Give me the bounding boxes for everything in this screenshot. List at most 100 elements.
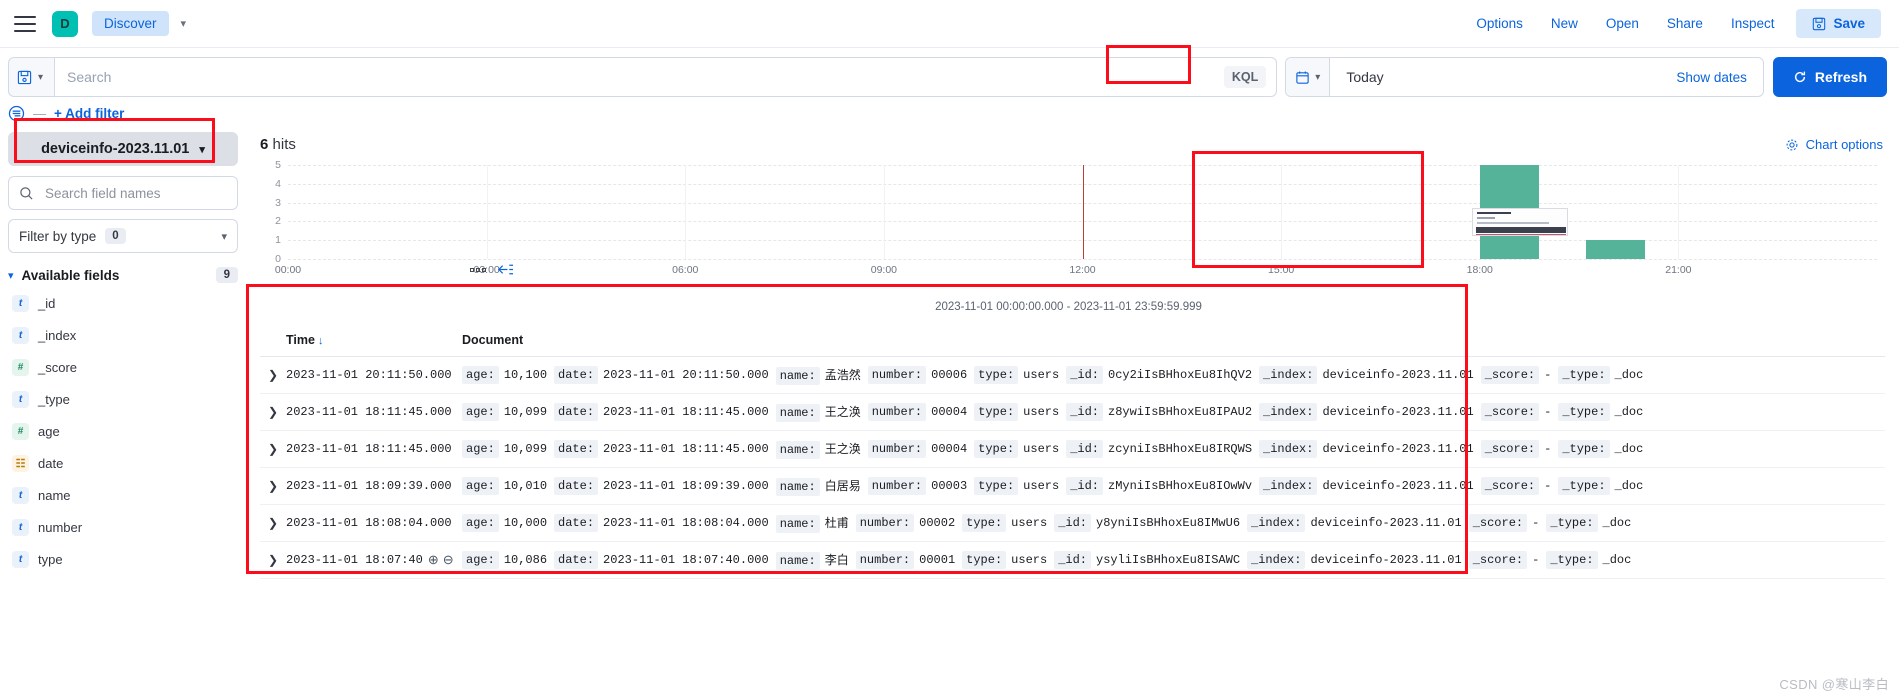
kql-language-button[interactable]: KQL — [1223, 66, 1267, 88]
sidebar-field-index[interactable]: t _index — [8, 323, 238, 347]
table-row[interactable]: ❯ 2023-11-01 18:11:45.000 age: 10,099 date: 2… — [260, 394, 1885, 431]
filter-for-value-icon[interactable]: ⊕ — [428, 553, 439, 568]
document-field-key: _id: — [1066, 477, 1103, 495]
document-field-key: number: — [855, 551, 915, 569]
document-field: _id: zMyniIsBHhoxEu8IOwWv — [1066, 477, 1252, 495]
document-field-value: 10,086 — [503, 553, 548, 567]
body-area: deviceinfo-2023.11.01 ▾ Filter by type 0… — [0, 126, 1899, 699]
sidebar-field-name[interactable]: t name — [8, 483, 238, 507]
table-row[interactable]: ❯ 2023-11-01 18:11:45.000 age: 10,099 date: 2… — [260, 431, 1885, 468]
document-field-value: _doc — [1602, 516, 1632, 530]
sidebar-field-label: age — [38, 423, 60, 439]
chart-vertical-gridline — [1678, 165, 1680, 259]
sidebar-field-age[interactable]: # age — [8, 419, 238, 443]
collapse-sidebar-icon[interactable] — [497, 262, 514, 277]
document-field-key: _index: — [1247, 551, 1306, 569]
sidebar-field-score[interactable]: # _score — [8, 355, 238, 379]
table-row[interactable]: ❯ 2023-11-01 18:07:40 ⊕ ⊖ age: 10,086 date: 202… — [260, 542, 1885, 579]
index-pattern-selector[interactable]: deviceinfo-2023.11.01 ▾ — [8, 132, 238, 166]
show-dates-button[interactable]: Show dates — [1660, 58, 1763, 96]
search-input[interactable] — [65, 68, 1224, 86]
filter-separator: — — [33, 106, 46, 121]
document-field-key: _id: — [1066, 440, 1103, 458]
document-field-value: 00001 — [919, 553, 956, 567]
cell-document: age: 10,010 date: 2023-11-01 18:09:39.000 na… — [462, 477, 1885, 496]
cell-time-value: 2023-11-01 18:07:40 — [286, 553, 423, 567]
document-field: _score: - — [1480, 366, 1551, 384]
sidebar-field-label: number — [38, 519, 83, 535]
document-field-value: - — [1532, 516, 1540, 530]
chevron-down-icon[interactable]: ▾ — [181, 17, 187, 30]
add-filter-button[interactable]: + Add filter — [54, 106, 124, 121]
table-row[interactable]: ❯ 2023-11-01 18:08:04.000 age: 10,000 date: 2… — [260, 505, 1885, 542]
sort-descending-icon[interactable]: ↓ — [318, 335, 324, 347]
histogram-chart[interactable]: 5 4 3 2 1 0 00:00 03:00 06:00 09:00 12:00 15:00 18:0… — [252, 159, 1885, 277]
breadcrumb-discover[interactable]: Discover — [92, 11, 169, 36]
document-field-value: 2023-11-01 18:07:40.000 — [603, 553, 769, 567]
nav-options-button[interactable]: Options — [1462, 10, 1537, 37]
field-search-input[interactable] — [43, 184, 227, 202]
saved-query-button[interactable]: ▾ — [8, 57, 54, 97]
document-field-key: age: — [462, 551, 499, 569]
chart-options-button[interactable]: Chart options — [1785, 137, 1883, 152]
expand-row-icon[interactable]: ❯ — [260, 368, 286, 382]
chart-x-tick-label: 00:00 — [274, 264, 302, 276]
histogram-bar[interactable] — [1585, 240, 1646, 259]
nav-open-button[interactable]: Open — [1592, 10, 1653, 37]
document-field-value: _doc — [1614, 479, 1644, 493]
expand-row-icon[interactable]: ❯ — [260, 553, 286, 567]
date-quick-select-button[interactable]: ▾ — [1286, 58, 1331, 96]
sidebar-field-number[interactable]: t number — [8, 515, 238, 539]
available-fields-header[interactable]: ▾ Available fields 9 — [8, 267, 238, 283]
calendar-icon — [1296, 71, 1309, 84]
document-field-value: users — [1023, 405, 1060, 419]
chart-x-tick-label: 21:00 — [1665, 264, 1692, 276]
more-options-icon[interactable] — [470, 267, 486, 272]
document-field: _index: deviceinfo-2023.11.01 — [1259, 403, 1474, 421]
watermark: CSDN @寒山李白 — [1779, 677, 1889, 692]
document-field-key: age: — [462, 514, 499, 532]
expand-row-icon[interactable]: ❯ — [260, 516, 286, 530]
sidebar-field-type[interactable]: t type — [8, 547, 238, 571]
table-row[interactable]: ❯ 2023-11-01 20:11:50.000 age: 10,100 date: 2… — [260, 357, 1885, 394]
expand-row-icon[interactable]: ❯ — [260, 442, 286, 456]
column-header-time[interactable]: Time ↓ — [286, 333, 462, 347]
document-field-value: deviceinfo-2023.11.01 — [1310, 553, 1462, 567]
nav-new-button[interactable]: New — [1537, 10, 1592, 37]
filter-by-type-dropdown[interactable]: Filter by type 0 ▾ — [8, 219, 238, 253]
filter-icon[interactable] — [8, 105, 25, 122]
cell-time: 2023-11-01 18:08:04.000 — [286, 516, 462, 530]
chart-x-tick-label: 18:00 — [1466, 264, 1493, 276]
chevron-down-icon: ▾ — [1315, 71, 1321, 83]
app-badge[interactable]: D — [52, 10, 78, 37]
expand-row-icon[interactable]: ❯ — [260, 479, 286, 493]
chevron-down-icon: ▾ — [221, 230, 227, 243]
chart-plot-area[interactable]: 5 4 3 2 1 0 00:00 03:00 06:00 09:00 12:00 15:00 18:0… — [275, 159, 1877, 276]
document-field: _type: _doc — [1558, 403, 1643, 421]
hamburger-menu-icon[interactable] — [14, 15, 36, 32]
nav-share-button[interactable]: Share — [1653, 10, 1717, 37]
document-field-key: age: — [462, 366, 499, 384]
filter-out-value-icon[interactable]: ⊖ — [443, 553, 454, 568]
date-range-value[interactable]: Today — [1330, 58, 1660, 96]
document-field: number: 00006 — [867, 366, 967, 384]
save-button[interactable]: Save — [1796, 9, 1881, 38]
document-field-value: zMyniIsBHhoxEu8IOwWv — [1108, 479, 1253, 493]
table-row[interactable]: ❯ 2023-11-01 18:09:39.000 age: 10,010 date: 2… — [260, 468, 1885, 505]
available-fields-count: 9 — [215, 267, 238, 283]
document-field: _index: deviceinfo-2023.11.01 — [1259, 477, 1474, 495]
string-field-icon: t — [12, 294, 29, 312]
expand-row-icon[interactable]: ❯ — [260, 405, 286, 419]
nav-inspect-button[interactable]: Inspect — [1717, 10, 1789, 37]
column-header-document[interactable]: Document — [462, 333, 523, 347]
sidebar-field-type[interactable]: t _type — [8, 387, 238, 411]
document-field-key: name: — [775, 514, 820, 533]
document-field-value: 10,100 — [503, 368, 548, 382]
document-field-key: age: — [462, 440, 499, 458]
sidebar-field-date[interactable]: ☷ date — [8, 451, 238, 475]
document-field: number: 00002 — [855, 514, 955, 532]
sidebar-field-id[interactable]: t _id — [8, 291, 238, 315]
document-field-value: deviceinfo-2023.11.01 — [1322, 368, 1474, 382]
cell-time: 2023-11-01 20:11:50.000 — [286, 368, 462, 382]
refresh-button[interactable]: Refresh — [1772, 57, 1887, 97]
